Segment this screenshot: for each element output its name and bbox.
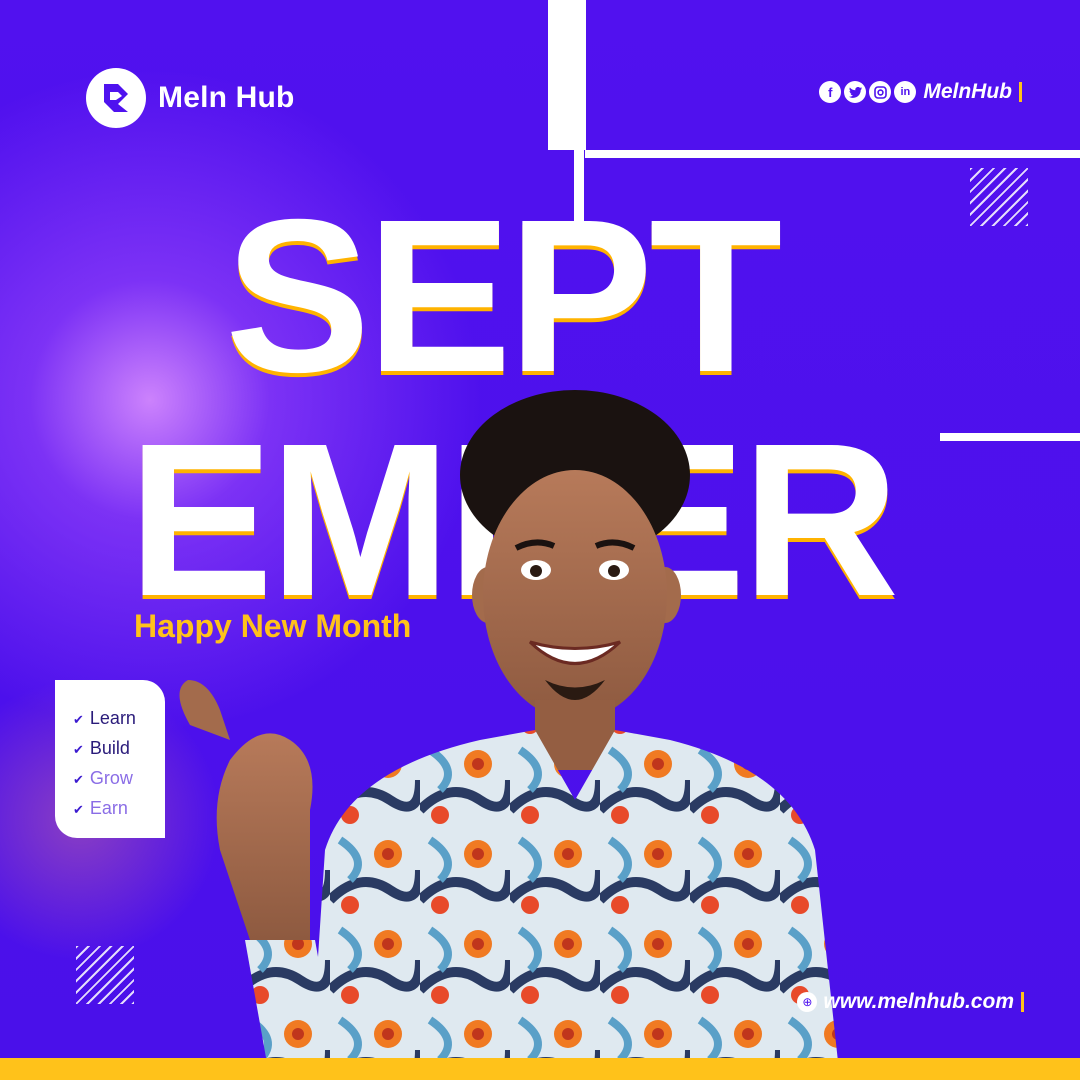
social-handle: MelnHub <box>923 80 1012 103</box>
checklist-item: ✔ Earn <box>73 798 128 818</box>
accent-divider <box>1019 82 1022 102</box>
checklist-item: ✔ Grow <box>73 768 133 788</box>
check-icon: ✔ <box>73 742 84 757</box>
globe-icon: ⊕ <box>797 992 818 1012</box>
hatch-pattern-bottom <box>76 946 134 1004</box>
person-photo <box>179 390 838 1060</box>
decor-line-top-vertical <box>548 0 586 150</box>
checklist-item: ✔ Learn <box>73 708 136 728</box>
brand-name: Meln Hub <box>158 81 295 114</box>
social-links: f in MelnHub <box>819 80 1022 104</box>
website-link[interactable]: ⊕ www.melnhub.com <box>797 990 1024 1014</box>
accent-divider <box>1021 992 1024 1012</box>
headline-line-1: SEPT <box>225 175 782 418</box>
website-url: www.melnhub.com <box>823 990 1014 1013</box>
logo-mark-icon <box>86 68 146 128</box>
checklist-item: ✔ Build <box>73 738 130 758</box>
check-icon: ✔ <box>73 712 84 727</box>
facebook-icon[interactable]: f <box>819 81 842 103</box>
checklist-card: ✔ Learn ✔ Build ✔ Grow ✔ Earn <box>55 680 165 838</box>
instagram-icon[interactable] <box>869 81 892 103</box>
decor-line-horizontal <box>585 150 1080 158</box>
subtitle-happy-new-month: Happy New Month <box>134 608 412 644</box>
check-icon: ✔ <box>73 772 84 787</box>
hatch-pattern-top <box>970 168 1028 226</box>
check-icon: ✔ <box>73 802 84 817</box>
brand-logo[interactable]: Meln Hub <box>86 68 295 128</box>
linkedin-icon[interactable]: in <box>894 81 917 103</box>
bottom-accent-bar <box>0 1058 1080 1080</box>
decor-line-mid-horizontal <box>940 433 1080 441</box>
twitter-icon[interactable] <box>844 81 867 103</box>
